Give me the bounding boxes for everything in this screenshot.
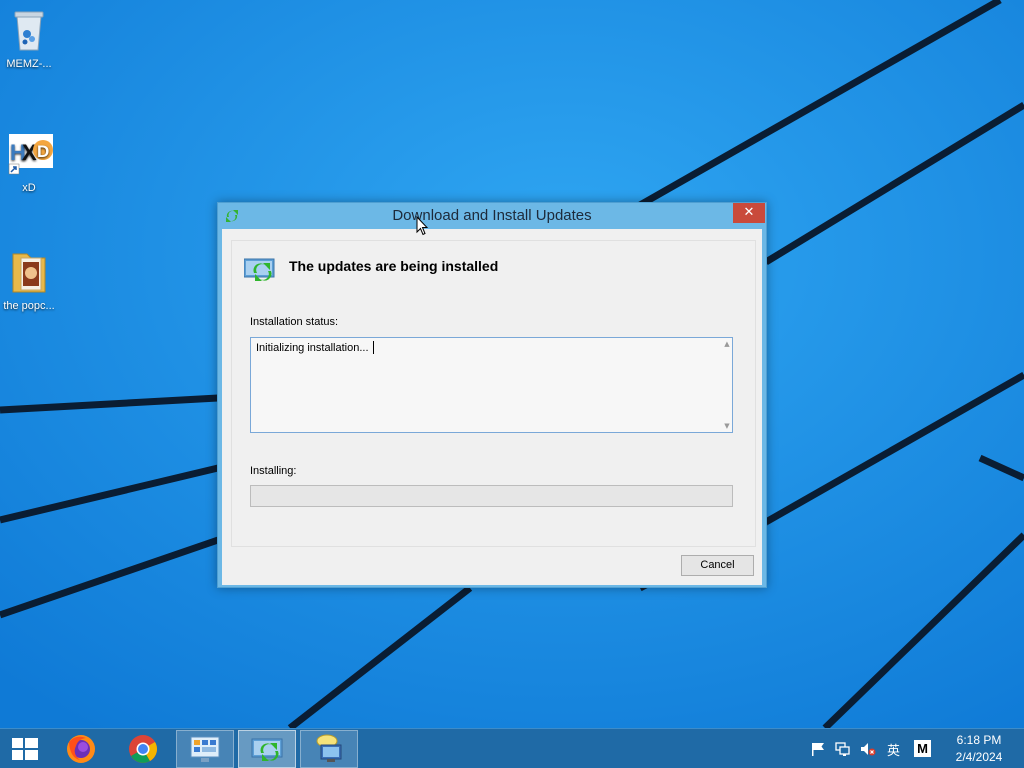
hxd-app-icon: H X D xyxy=(5,130,53,178)
cancel-button[interactable]: Cancel xyxy=(681,555,754,576)
desktop-icon-label: xD xyxy=(22,182,36,194)
folder-icon xyxy=(5,248,53,296)
install-progress-bar xyxy=(250,485,733,507)
desktop-icon-label: the popc... xyxy=(3,300,55,312)
desktop-icon-popcat[interactable]: the popc... xyxy=(0,248,58,313)
dialog-inner-panel: The updates are being installed Installa… xyxy=(231,240,756,547)
dialog-content: The updates are being installed Installa… xyxy=(222,229,762,585)
dialog-title: Download and Install Updates xyxy=(392,207,592,224)
clock-time[interactable]: 6:18 PM xyxy=(940,733,1018,747)
status-text: Initializing installation... xyxy=(256,342,369,354)
taskbar-firefox[interactable] xyxy=(56,730,106,768)
install-updates-dialog: Download and Install Updates ✕ The updat… xyxy=(217,202,767,588)
mouse-cursor-icon xyxy=(416,216,428,236)
network-status-icon[interactable] xyxy=(835,741,851,757)
desktop-icon-label: MEMZ-... xyxy=(6,58,52,70)
control-panel-icon xyxy=(190,736,220,762)
taskbar-network[interactable] xyxy=(300,730,358,768)
taskbar-chrome[interactable] xyxy=(118,730,168,768)
text-caret xyxy=(373,341,374,354)
update-install-icon xyxy=(244,258,275,281)
network-icon xyxy=(316,734,342,762)
taskbar: 英 M 6:18 PM 2/4/2024 xyxy=(0,728,1024,768)
dialog-header: The updates are being installed xyxy=(289,258,499,274)
windows-logo-icon xyxy=(12,738,38,760)
ime-mode-indicator[interactable]: M xyxy=(914,740,931,757)
installing-label: Installing: xyxy=(250,465,297,477)
start-button[interactable] xyxy=(0,730,50,768)
clock-date[interactable]: 2/4/2024 xyxy=(940,750,1018,764)
close-button[interactable]: ✕ xyxy=(733,203,765,223)
status-label: Installation status: xyxy=(250,316,339,328)
volume-muted-icon[interactable] xyxy=(860,741,876,757)
action-center-flag-icon[interactable] xyxy=(810,741,826,757)
status-textbox[interactable]: Initializing installation... ▲ ▼ xyxy=(250,337,733,433)
taskbar-control-panel[interactable] xyxy=(176,730,234,768)
desktop-icon-xd[interactable]: H X D xD xyxy=(0,130,58,195)
svg-text:D: D xyxy=(37,142,49,161)
desktop-icon-memz[interactable]: MEMZ-... xyxy=(0,6,58,71)
language-indicator[interactable]: 英 xyxy=(887,740,900,759)
scroll-up-arrow-icon[interactable]: ▲ xyxy=(723,340,731,348)
dialog-titlebar[interactable]: Download and Install Updates ✕ xyxy=(218,203,766,229)
firefox-icon xyxy=(67,735,95,763)
chrome-icon xyxy=(129,735,157,763)
scroll-down-arrow-icon[interactable]: ▼ xyxy=(723,422,731,430)
update-icon xyxy=(251,738,283,761)
taskbar-windows-update[interactable] xyxy=(238,730,296,768)
recycle-bin-icon xyxy=(5,6,53,54)
